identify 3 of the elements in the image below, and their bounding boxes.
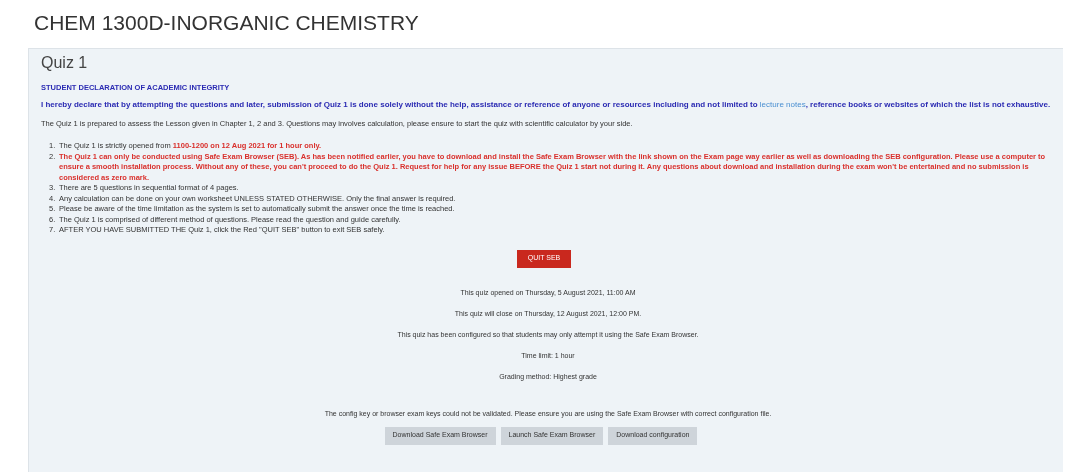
declaration-text: I hereby declare that by attempting the questions and later, submission of Quiz 1 is done solely without the help, assistance or reference of anyone or resources including and not limited to lecture notes, reference books or websites of which the list is not exhaustive. [41, 100, 1052, 110]
course-title: CHEM 1300D-INORGANIC CHEMISTRY [34, 10, 420, 36]
quiz-title: Quiz 1 [41, 53, 89, 73]
